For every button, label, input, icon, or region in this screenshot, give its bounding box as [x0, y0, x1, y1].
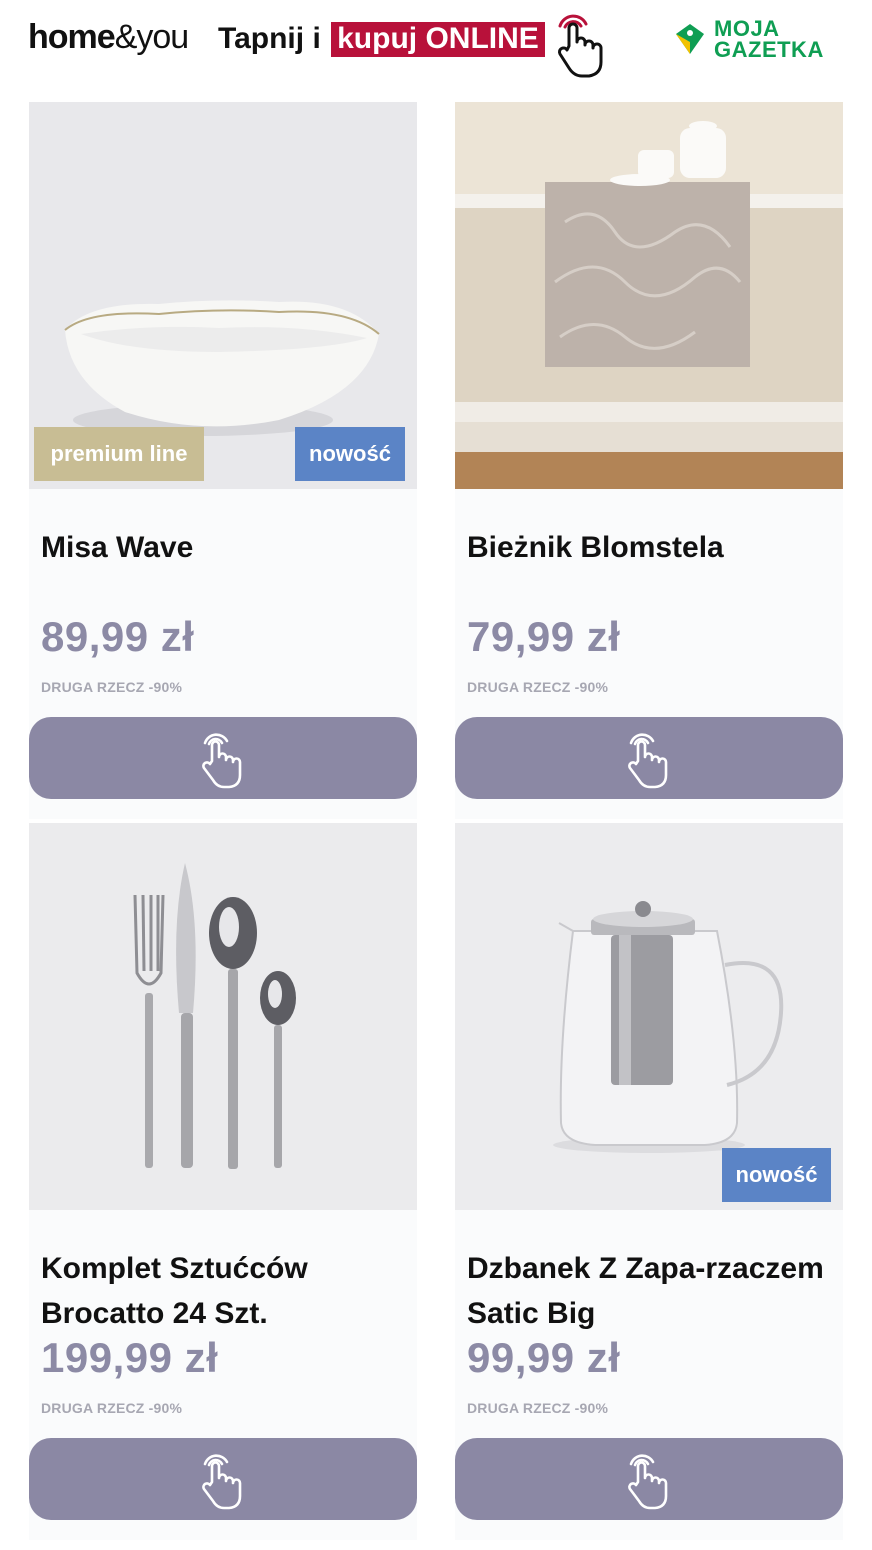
- gazetka-line-1: MOJA: [714, 16, 780, 41]
- product-price: 99,99 zł: [467, 1334, 621, 1381]
- product-price: 79,99 zł: [467, 613, 621, 660]
- shop-online-banner[interactable]: Tapnij i kupuj ONLINE: [218, 22, 545, 57]
- product-info: Komplet Sztućców Brocatto 24 Szt. 199,99…: [29, 1210, 417, 1540]
- table-runner-image: [455, 102, 843, 489]
- product-promo-note: DRUGA RZECZ -90%: [41, 1400, 183, 1416]
- tap-hand-icon: [202, 1454, 242, 1510]
- product-image[interactable]: nowość: [455, 823, 843, 1210]
- product-promo-note: DRUGA RZECZ -90%: [467, 1400, 609, 1416]
- product-promo-note: DRUGA RZECZ -90%: [467, 679, 609, 695]
- gazetka-logo-text: MOJA GAZETKA: [714, 16, 824, 62]
- shop-online-highlight: kupuj ONLINE: [331, 22, 545, 57]
- buy-button[interactable]: [455, 717, 843, 799]
- cutlery-set-image: [29, 823, 417, 1210]
- product-title[interactable]: Komplet Sztućców Brocatto 24 Szt.: [41, 1246, 411, 1336]
- product-info: Misa Wave 89,99 zł DRUGA RZECZ -90%: [29, 489, 417, 819]
- tap-hand-icon: [202, 733, 242, 789]
- product-title[interactable]: Misa Wave: [41, 525, 411, 570]
- buy-button[interactable]: [29, 1438, 417, 1520]
- product-price: 89,99 zł: [41, 613, 195, 660]
- premium-line-badge: premium line: [34, 427, 204, 481]
- product-info: Bieżnik Blomstela 79,99 zł DRUGA RZECZ -…: [455, 489, 843, 819]
- product-info: Dzbanek Z Zapa-rzaczem Satic Big 99,99 z…: [455, 1210, 843, 1540]
- brand-logo[interactable]: home&you: [28, 18, 189, 57]
- brand-logo-bold: home: [28, 18, 116, 56]
- header: home&you Tapnij i kupuj ONLINE MOJA GAZE…: [0, 0, 872, 90]
- tap-hand-icon: [628, 733, 668, 789]
- new-badge: nowość: [295, 427, 405, 481]
- new-badge: nowość: [722, 1148, 831, 1202]
- buy-button[interactable]: [29, 717, 417, 799]
- product-title[interactable]: Bieżnik Blomstela: [467, 525, 837, 570]
- buy-button[interactable]: [455, 1438, 843, 1520]
- moja-gazetka-logo[interactable]: MOJA GAZETKA: [672, 18, 852, 68]
- product-image[interactable]: [455, 102, 843, 489]
- brand-logo-light: &you: [114, 18, 189, 56]
- gazetka-logo-icon: [676, 24, 704, 54]
- product-price: 199,99 zł: [41, 1334, 219, 1381]
- gazetka-line-2: GAZETKA: [714, 37, 824, 62]
- product-promo-note: DRUGA RZECZ -90%: [41, 679, 183, 695]
- shop-online-prefix: Tapnij i: [218, 22, 321, 55]
- product-image[interactable]: premium line nowość: [29, 102, 417, 489]
- product-image[interactable]: [29, 823, 417, 1210]
- product-title[interactable]: Dzbanek Z Zapa-rzaczem Satic Big: [467, 1246, 837, 1336]
- tap-hand-icon: [628, 1454, 668, 1510]
- tap-hand-icon[interactable]: [552, 12, 610, 78]
